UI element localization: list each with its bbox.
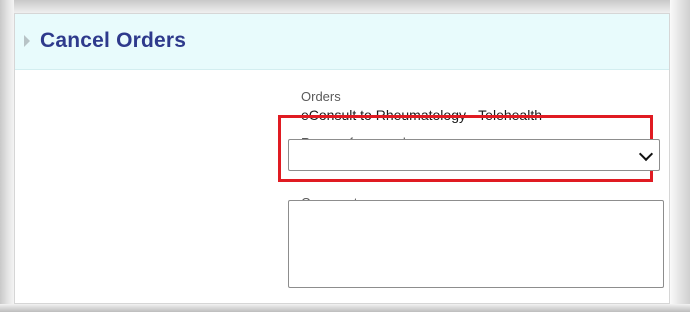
- shadow-bottom: [0, 304, 690, 312]
- shadow-right: [670, 0, 690, 312]
- orders-label: Orders: [301, 89, 341, 104]
- screenshot-frame: Cancel Orders Orders eConsult to Rheumat…: [0, 0, 690, 312]
- triangle-right-icon[interactable]: [24, 35, 30, 47]
- chevron-down-icon[interactable]: [638, 146, 654, 162]
- page-title: Cancel Orders: [40, 29, 187, 52]
- shadow-top: [0, 0, 690, 14]
- comments-textarea[interactable]: [288, 200, 664, 288]
- shadow-left: [0, 0, 14, 312]
- panel-header[interactable]: Cancel Orders: [15, 14, 669, 70]
- reason-for-cancel-select[interactable]: [288, 139, 660, 171]
